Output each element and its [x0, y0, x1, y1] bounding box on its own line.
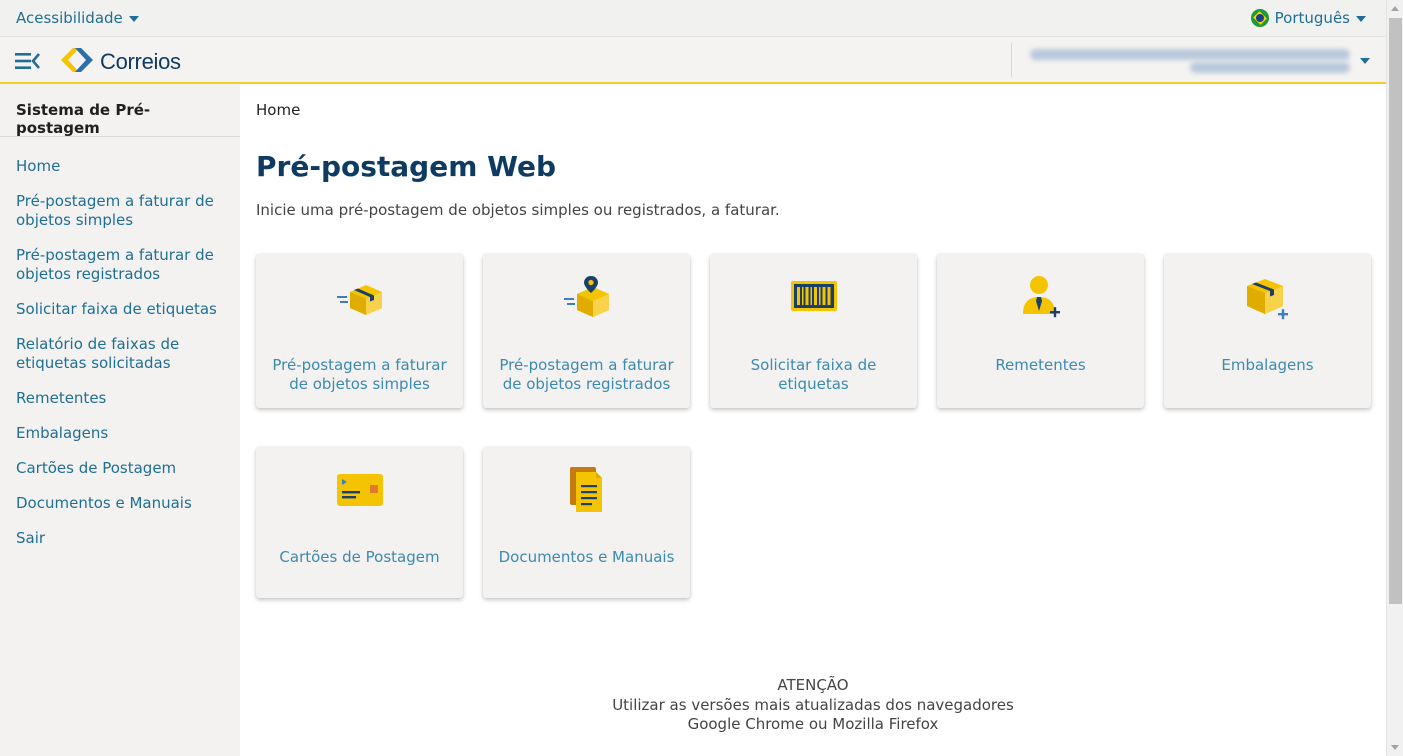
correios-logo[interactable]: Correios: [60, 45, 181, 75]
package-icon: [334, 278, 386, 322]
sidebar-nav: Home Pré-postagem a faturar de objetos s…: [0, 137, 240, 548]
logo-text: Correios: [100, 49, 181, 74]
chevron-down-icon: [1356, 16, 1366, 22]
sidebar: Sistema de Pré-postagem Home Pré-postage…: [0, 84, 240, 756]
sidebar-title: Sistema de Pré-postagem: [0, 84, 240, 137]
accessibility-label: Acessibilidade: [16, 9, 123, 27]
sidebar-item-relatorio-faixas[interactable]: Relatório de faixas de etiquetas solicit…: [0, 335, 240, 373]
app-window: Acessibilidade Português Correios Sistem…: [0, 0, 1403, 756]
chevron-down-icon: [1360, 58, 1370, 64]
user-name-redacted: [1030, 49, 1350, 60]
sender-add-icon: [1019, 274, 1063, 326]
sidebar-item-prepostagem-simples[interactable]: Pré-postagem a faturar de objetos simple…: [0, 192, 240, 230]
documents-icon: [567, 465, 607, 519]
sidebar-item-prepostagem-registrados[interactable]: Pré-postagem a faturar de objetos regist…: [0, 246, 240, 284]
card-label: Cartões de Postagem: [279, 548, 440, 566]
card-label: Solicitar faixa de etiquetas: [750, 356, 877, 393]
brazil-flag-icon: [1250, 9, 1269, 27]
card-label: Embalagens: [1221, 356, 1314, 374]
sidebar-item-remetentes[interactable]: Remetentes: [0, 389, 240, 408]
notice-line: Google Chrome ou Mozilla Firefox: [687, 715, 939, 733]
correios-logo-icon: [61, 48, 93, 72]
package-add-icon: [1245, 276, 1291, 326]
sidebar-item-embalagens[interactable]: Embalagens: [0, 424, 240, 443]
language-menu[interactable]: Português: [1250, 9, 1366, 27]
sidebar-item-solicitar-faixa[interactable]: Solicitar faixa de etiquetas: [0, 300, 240, 319]
page-scrollbar[interactable]: [1386, 0, 1403, 756]
accessibility-bar: Acessibilidade Português: [0, 0, 1386, 37]
card-prepostagem-registrados[interactable]: Pré-postagem a faturar de objetos regist…: [483, 254, 690, 408]
page-description: Inicie uma pré-postagem de objetos simpl…: [256, 201, 780, 219]
scroll-down-icon[interactable]: [1391, 745, 1399, 750]
card-prepostagem-simples[interactable]: Pré-postagem a faturar de objetos simple…: [256, 254, 463, 408]
card-embalagens[interactable]: Embalagens: [1164, 254, 1371, 408]
main-content: Home Pré-postagem Web Inicie uma pré-pos…: [240, 84, 1386, 756]
user-detail-redacted: [1190, 62, 1350, 73]
sidebar-item-documentos[interactable]: Documentos e Manuais: [0, 494, 240, 513]
language-label: Português: [1274, 9, 1350, 27]
scroll-up-icon[interactable]: [1391, 6, 1399, 11]
barcode-icon: [790, 280, 838, 316]
chevron-down-icon: [128, 16, 139, 22]
accessibility-menu[interactable]: Acessibilidade: [16, 9, 139, 27]
notice-line: Utilizar as versões mais atualizadas dos…: [612, 695, 1014, 714]
notice-title: ATENÇÃO: [777, 676, 849, 694]
package-location-icon: [561, 274, 613, 324]
page-title: Pré-postagem Web: [256, 150, 557, 183]
card-documentos-manuais[interactable]: Documentos e Manuais: [483, 447, 690, 598]
site-header: Correios: [0, 37, 1386, 84]
browser-notice: ATENÇÃO Utilizar as versões mais atualiz…: [240, 676, 1386, 735]
breadcrumb[interactable]: Home: [256, 101, 300, 119]
sidebar-item-sair[interactable]: Sair: [0, 529, 240, 548]
card-label: Remetentes: [995, 356, 1086, 374]
card-solicitar-faixa[interactable]: Solicitar faixa de etiquetas: [710, 254, 917, 408]
card-cartoes-postagem[interactable]: Cartões de Postagem: [256, 447, 463, 598]
card-label: Pré-postagem a faturar de objetos regist…: [499, 356, 674, 393]
card-label: Pré-postagem a faturar de objetos simple…: [272, 356, 447, 393]
sidebar-item-cartoes[interactable]: Cartões de Postagem: [0, 459, 240, 478]
card-label: Documentos e Manuais: [498, 548, 675, 566]
sidebar-item-home[interactable]: Home: [0, 157, 240, 176]
postal-card-icon: [336, 473, 384, 511]
menu-toggle-icon[interactable]: [14, 50, 42, 72]
card-remetentes[interactable]: Remetentes: [937, 254, 1144, 408]
scrollbar-thumb[interactable]: [1389, 18, 1402, 604]
user-account-menu[interactable]: [1011, 43, 1386, 77]
